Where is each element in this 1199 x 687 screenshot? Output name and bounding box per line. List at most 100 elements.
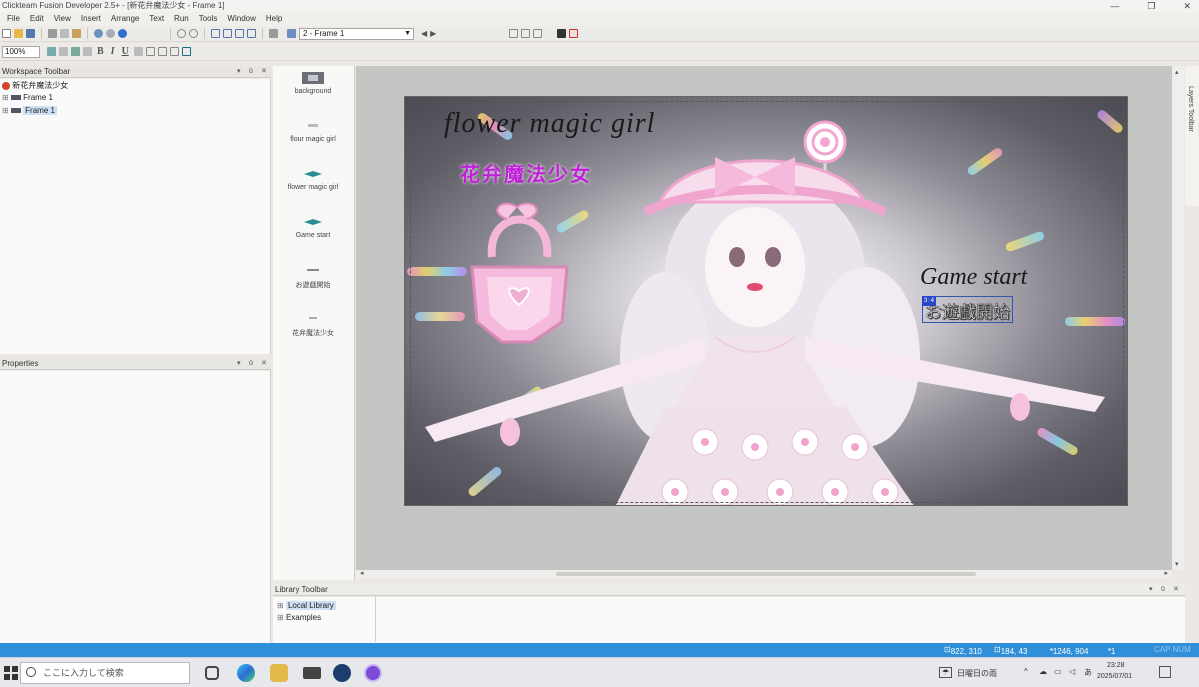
vertical-scrollbar[interactable]: ▴ ▾	[1172, 66, 1184, 570]
clickteam-fusion-icon[interactable]	[364, 664, 382, 682]
tree-item-application[interactable]: 新花弁魔法少女	[2, 80, 68, 92]
minimize-button[interactable]: —	[1110, 0, 1119, 12]
menu-text[interactable]: Text	[144, 12, 169, 26]
color-icon[interactable]	[59, 47, 68, 56]
menu-view[interactable]: View	[49, 12, 76, 26]
object-game-start-jp[interactable]: お遊戯開始	[273, 264, 353, 290]
frame-navigation-icon[interactable]	[287, 29, 296, 38]
align-icon[interactable]	[83, 47, 92, 56]
panel-menu-icon[interactable]: ▾	[237, 66, 241, 78]
object-flour-magic-girl[interactable]: flour magic girl	[273, 120, 353, 143]
file-explorer-icon[interactable]	[270, 664, 288, 682]
mail-icon[interactable]	[303, 667, 321, 679]
scroll-right-icon[interactable]: ▸	[1164, 569, 1168, 577]
menu-file[interactable]: File	[2, 12, 25, 26]
layers-toolbar-tab[interactable]: Layers Toolbar	[1185, 66, 1199, 206]
new-file-icon[interactable]	[2, 29, 11, 38]
save-icon[interactable]	[26, 29, 35, 38]
scroll-down-icon[interactable]: ▾	[1175, 560, 1179, 568]
title-text-en[interactable]: flower magic girl	[444, 108, 655, 140]
menu-arrange[interactable]: Arrange	[106, 12, 144, 26]
clock-date[interactable]: 2025/07/01	[1097, 673, 1132, 680]
panel-close-icon[interactable]: ✕	[261, 66, 267, 78]
object-game-start[interactable]: Game start	[273, 216, 353, 239]
undo-icon[interactable]	[94, 29, 103, 38]
event-editor-icon[interactable]	[235, 29, 244, 38]
object-title-jp[interactable]: 花弁魔法少女	[273, 312, 353, 338]
panel-menu-icon[interactable]: ▾	[1149, 584, 1153, 596]
snap-icon[interactable]	[521, 29, 531, 38]
network-icon[interactable]: ▭	[1054, 667, 1062, 676]
horizontal-scrollbar[interactable]: ◂ ▸	[356, 570, 1172, 578]
bold-button[interactable]: B	[95, 46, 106, 57]
panel-pin-icon[interactable]: ū	[1161, 584, 1165, 596]
menu-insert[interactable]: Insert	[76, 12, 106, 26]
maximize-button[interactable]: ❐	[1147, 0, 1155, 12]
frame-select[interactable]: 2 - Frame 1 ▼	[299, 27, 414, 40]
layout-icon[interactable]	[533, 29, 543, 38]
align-left-icon[interactable]	[145, 47, 155, 56]
tray-expand-icon[interactable]: ^	[1024, 667, 1028, 676]
notification-icon[interactable]	[1159, 666, 1171, 678]
panel-close-icon[interactable]: ✕	[1173, 584, 1179, 596]
data-elements-icon[interactable]	[269, 29, 278, 38]
tree-item-frame[interactable]: ⊞ Frame 1	[2, 92, 53, 104]
menu-help[interactable]: Help	[261, 12, 287, 26]
menu-run[interactable]: Run	[169, 12, 194, 26]
paste-icon[interactable]	[72, 29, 81, 38]
scroll-left-icon[interactable]: ◂	[360, 569, 364, 577]
object-background[interactable]: background	[273, 72, 353, 95]
previous-frame-icon[interactable]: ◀	[421, 29, 427, 38]
menu-edit[interactable]: Edit	[25, 12, 49, 26]
object-flower-magic-girl[interactable]: flower magic girl	[273, 168, 353, 191]
redo-icon[interactable]	[106, 29, 115, 38]
help-icon[interactable]	[118, 29, 127, 38]
title-text-jp[interactable]: 花弁魔法少女	[460, 158, 592, 187]
next-frame-icon[interactable]: ▶	[430, 29, 436, 38]
run-app-icon[interactable]	[189, 29, 198, 38]
task-view-icon[interactable]	[205, 666, 219, 680]
taskbar-search-box[interactable]: ここに入力して検索	[20, 662, 190, 684]
storyboard-editor-icon[interactable]	[211, 29, 220, 38]
panel-pin-icon[interactable]: ū	[249, 66, 253, 78]
record-icon[interactable]	[569, 29, 579, 38]
open-folder-icon[interactable]	[14, 29, 23, 38]
frame-editor-icon[interactable]	[223, 29, 232, 38]
italic-button[interactable]: I	[109, 46, 117, 57]
game-start-text-jp[interactable]: お遊戯開始 3: 4	[922, 296, 1013, 323]
underline-button[interactable]: U	[120, 46, 131, 57]
panel-menu-icon[interactable]: ▾	[237, 358, 241, 370]
clock-time[interactable]: 23:28	[1107, 662, 1125, 669]
fill-icon[interactable]	[71, 47, 80, 56]
tree-item-frame-selected[interactable]: ⊞ Frame 1	[2, 105, 57, 117]
copy-icon[interactable]	[60, 29, 69, 38]
steam-icon[interactable]	[333, 664, 351, 682]
scrollbar-thumb[interactable]	[556, 572, 976, 576]
scroll-up-icon[interactable]: ▴	[1175, 68, 1179, 76]
strikeout-icon[interactable]	[133, 47, 143, 56]
library-item-local[interactable]: ⊞ Local Library	[277, 600, 336, 611]
volume-icon[interactable]: ◁	[1069, 667, 1075, 676]
menu-tools[interactable]: Tools	[194, 12, 223, 26]
cloud-icon[interactable]: ☁	[1039, 667, 1047, 676]
font-icon[interactable]	[47, 47, 56, 56]
weather-text[interactable]: 日曜日の雨	[957, 668, 997, 679]
zoom-select[interactable]: 100%	[2, 45, 40, 58]
windows-start-icon[interactable]	[4, 666, 18, 680]
panel-pin-icon[interactable]: ū	[249, 358, 253, 370]
edge-browser-icon[interactable]	[237, 664, 255, 682]
panel-close-icon[interactable]: ✕	[261, 358, 267, 370]
close-button[interactable]: ✕	[1183, 0, 1191, 12]
menu-window[interactable]: Window	[222, 12, 260, 26]
run-frame-icon[interactable]	[177, 29, 186, 38]
event-list-icon[interactable]	[247, 29, 256, 38]
align-center-icon[interactable]	[157, 47, 167, 56]
ime-indicator[interactable]: あ	[1084, 667, 1092, 678]
align-right-icon[interactable]	[169, 47, 179, 56]
fit-icon[interactable]	[181, 47, 191, 56]
cut-icon[interactable]	[48, 29, 57, 38]
grid-icon[interactable]	[509, 29, 519, 38]
stop-icon[interactable]	[557, 29, 567, 38]
game-start-text-en[interactable]: Game start	[920, 264, 1027, 291]
library-item-examples[interactable]: ⊞ Examples	[277, 612, 321, 623]
